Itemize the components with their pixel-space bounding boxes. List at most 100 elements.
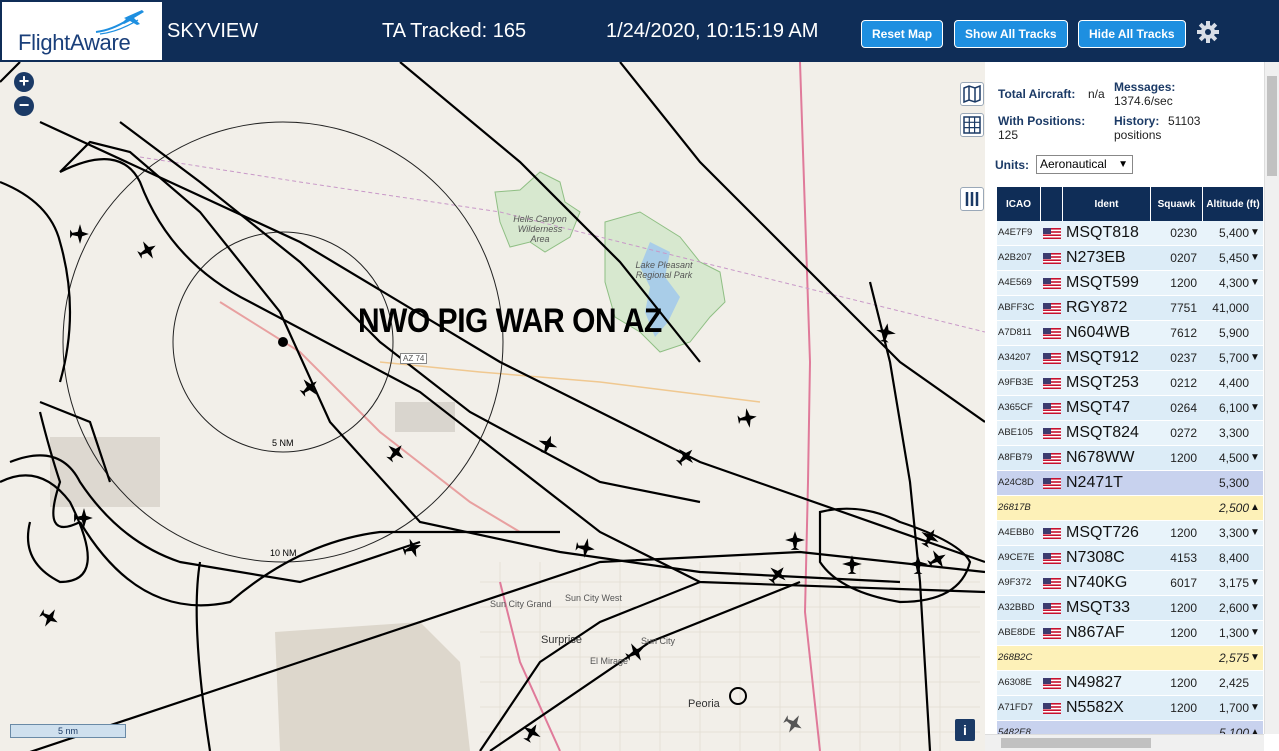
table-row[interactable]: A4EBB0 MSQT726 1200 3,300 ▼ — [997, 521, 1263, 546]
squawk-cell: 7751 — [1170, 301, 1197, 315]
table-row[interactable]: ABE8DE N867AF 1200 1,300 ▼ — [997, 621, 1263, 646]
table-row[interactable]: 26817B 2,500 ▲ — [997, 496, 1263, 521]
aircraft-table: ICAO Ident Squawk Altitude (ft) A4E7F9 MS… — [997, 187, 1263, 746]
zoom-out-button[interactable]: − — [14, 96, 34, 116]
gear-icon[interactable] — [1196, 20, 1220, 44]
table-body: A4E7F9 MSQT818 0230 5,400 ▼ A2B207 N273EB 0207 5… — [997, 221, 1263, 746]
us-flag-icon — [1043, 578, 1061, 589]
panel-vertical-scrollbar[interactable] — [1264, 62, 1279, 734]
squawk-cell: 0264 — [1170, 401, 1197, 415]
table-row[interactable]: A24C8D N2471T 5,300 — [997, 471, 1263, 496]
us-flag-icon — [1043, 228, 1061, 239]
table-row[interactable]: A8FB79 N678WW 1200 4,500 ▼ — [997, 446, 1263, 471]
table-row[interactable]: A9F372 N740KG 6017 3,175 ▼ — [997, 571, 1263, 596]
table-row[interactable]: A6308E N49827 1200 2,425 — [997, 671, 1263, 696]
squawk-cell: 1200 — [1170, 626, 1197, 640]
ident-cell: N867AF — [1066, 624, 1125, 641]
flag-cell — [1041, 446, 1063, 470]
icao-cell: A9FB3E — [998, 377, 1034, 388]
show-all-tracks-button[interactable]: Show All Tracks — [954, 20, 1068, 48]
map-grid-button[interactable] — [960, 113, 984, 137]
units-select[interactable]: Aeronautical ▼ — [1036, 155, 1133, 174]
table-row[interactable]: A7D811 N604WB 7612 5,900 — [997, 321, 1263, 346]
altitude-trend-icon: ▼ — [1250, 527, 1260, 538]
flag-cell — [1041, 421, 1063, 445]
column-header-flag[interactable] — [1041, 187, 1063, 221]
scroll-thumb[interactable] — [1267, 76, 1277, 176]
table-row[interactable]: A2B207 N273EB 0207 5,450 ▼ — [997, 246, 1263, 271]
us-flag-icon — [1043, 328, 1061, 339]
flag-cell — [1041, 671, 1063, 695]
icao-cell: 268B2C — [998, 652, 1033, 663]
squawk-cell: 1200 — [1170, 526, 1197, 540]
info-button[interactable]: i — [955, 719, 975, 741]
scroll-thumb[interactable] — [1001, 738, 1151, 748]
map-layers-button[interactable] — [960, 82, 984, 106]
flag-cell — [1041, 296, 1063, 320]
flightaware-logo[interactable]: FlightAware — [2, 2, 162, 60]
columns-toggle-button[interactable] — [960, 187, 984, 211]
table-row[interactable]: ABFF3C RGY872 7751 41,000 — [997, 296, 1263, 321]
us-flag-icon — [1043, 253, 1061, 264]
column-header-icao[interactable]: ICAO — [997, 187, 1041, 221]
us-flag-icon — [1043, 603, 1061, 614]
ident-cell: MSQT912 — [1066, 349, 1139, 366]
ident-cell: MSQT599 — [1066, 274, 1139, 291]
table-row[interactable]: A365CF MSQT47 0264 6,100 ▼ — [997, 396, 1263, 421]
hide-all-tracks-button[interactable]: Hide All Tracks — [1078, 20, 1186, 48]
map-view[interactable]: + − Hells Canyon Wilderness Area Lake Pl… — [0, 62, 985, 751]
urban-area — [395, 402, 455, 432]
table-row[interactable]: A32BBD MSQT33 1200 2,600 ▼ — [997, 596, 1263, 621]
flag-cell — [1041, 471, 1063, 495]
us-flag-icon — [1043, 678, 1061, 689]
squawk-cell: 1200 — [1170, 451, 1197, 465]
columns-icon — [965, 192, 979, 206]
squawk-cell: 4153 — [1170, 551, 1197, 565]
grid-icon — [963, 116, 981, 134]
us-flag-icon — [1043, 353, 1061, 364]
table-row[interactable]: A9FB3E MSQT253 0212 4,400 — [997, 371, 1263, 396]
table-row[interactable]: A71FD7 N5582X 1200 1,700 ▼ — [997, 696, 1263, 721]
table-row[interactable]: A34207 MSQT912 0237 5,700 ▼ — [997, 346, 1263, 371]
column-header-squawk[interactable]: Squawk — [1151, 187, 1203, 221]
table-row[interactable]: A4E7F9 MSQT818 0230 5,400 ▼ — [997, 221, 1263, 246]
column-header-ident[interactable]: Ident — [1063, 187, 1151, 221]
ident-cell: N2471T — [1066, 474, 1123, 491]
aircraft-panel: Total Aircraft: n/a Messages: 1374.6/sec… — [985, 62, 1279, 751]
flag-cell — [1041, 696, 1063, 720]
squawk-cell — [1151, 646, 1203, 670]
ident-cell — [1063, 496, 1151, 520]
flag-cell — [1041, 321, 1063, 345]
zoom-in-button[interactable]: + — [14, 72, 34, 92]
panel-horizontal-scrollbar[interactable] — [985, 734, 1264, 751]
icao-cell: A365CF — [998, 402, 1033, 413]
column-header-altitude[interactable]: Altitude (ft) — [1203, 187, 1263, 221]
flag-cell — [1041, 346, 1063, 370]
icao-cell: A71FD7 — [998, 702, 1033, 713]
icao-cell: ABE105 — [998, 427, 1033, 438]
us-flag-icon — [1043, 303, 1061, 314]
top-bar: FlightAware SKYVIEW TA Tracked: 165 1/24… — [0, 0, 1279, 62]
flag-cell — [1041, 221, 1063, 245]
total-aircraft-label: Total Aircraft: — [998, 87, 1076, 101]
icao-cell: A32BBD — [998, 602, 1035, 613]
history-label: History: — [1114, 114, 1160, 128]
altitude-trend-icon: ▼ — [1250, 277, 1260, 288]
squawk-cell: 0207 — [1170, 251, 1197, 265]
altitude-trend-icon: ▼ — [1250, 602, 1260, 613]
table-row[interactable]: A9CE7E N7308C 4153 8,400 — [997, 546, 1263, 571]
table-row[interactable]: A4E569 MSQT599 1200 4,300 ▼ — [997, 271, 1263, 296]
table-row[interactable]: ABE105 MSQT824 0272 3,300 — [997, 421, 1263, 446]
map-place-label: El Mirage — [590, 656, 629, 666]
icao-cell: A9CE7E — [998, 552, 1035, 563]
altitude-trend-icon — [1250, 671, 1260, 695]
map-canvas[interactable] — [0, 62, 985, 751]
ident-cell: N740KG — [1066, 574, 1128, 591]
flag-cell — [1041, 271, 1063, 295]
icao-cell: ABFF3C — [998, 302, 1035, 313]
table-row[interactable]: 268B2C 2,575 ▼ — [997, 646, 1263, 671]
city-grid — [480, 562, 980, 751]
reset-map-button[interactable]: Reset Map — [861, 20, 944, 48]
ident-cell: MSQT253 — [1066, 374, 1139, 391]
icao-cell: A8FB79 — [998, 452, 1033, 463]
